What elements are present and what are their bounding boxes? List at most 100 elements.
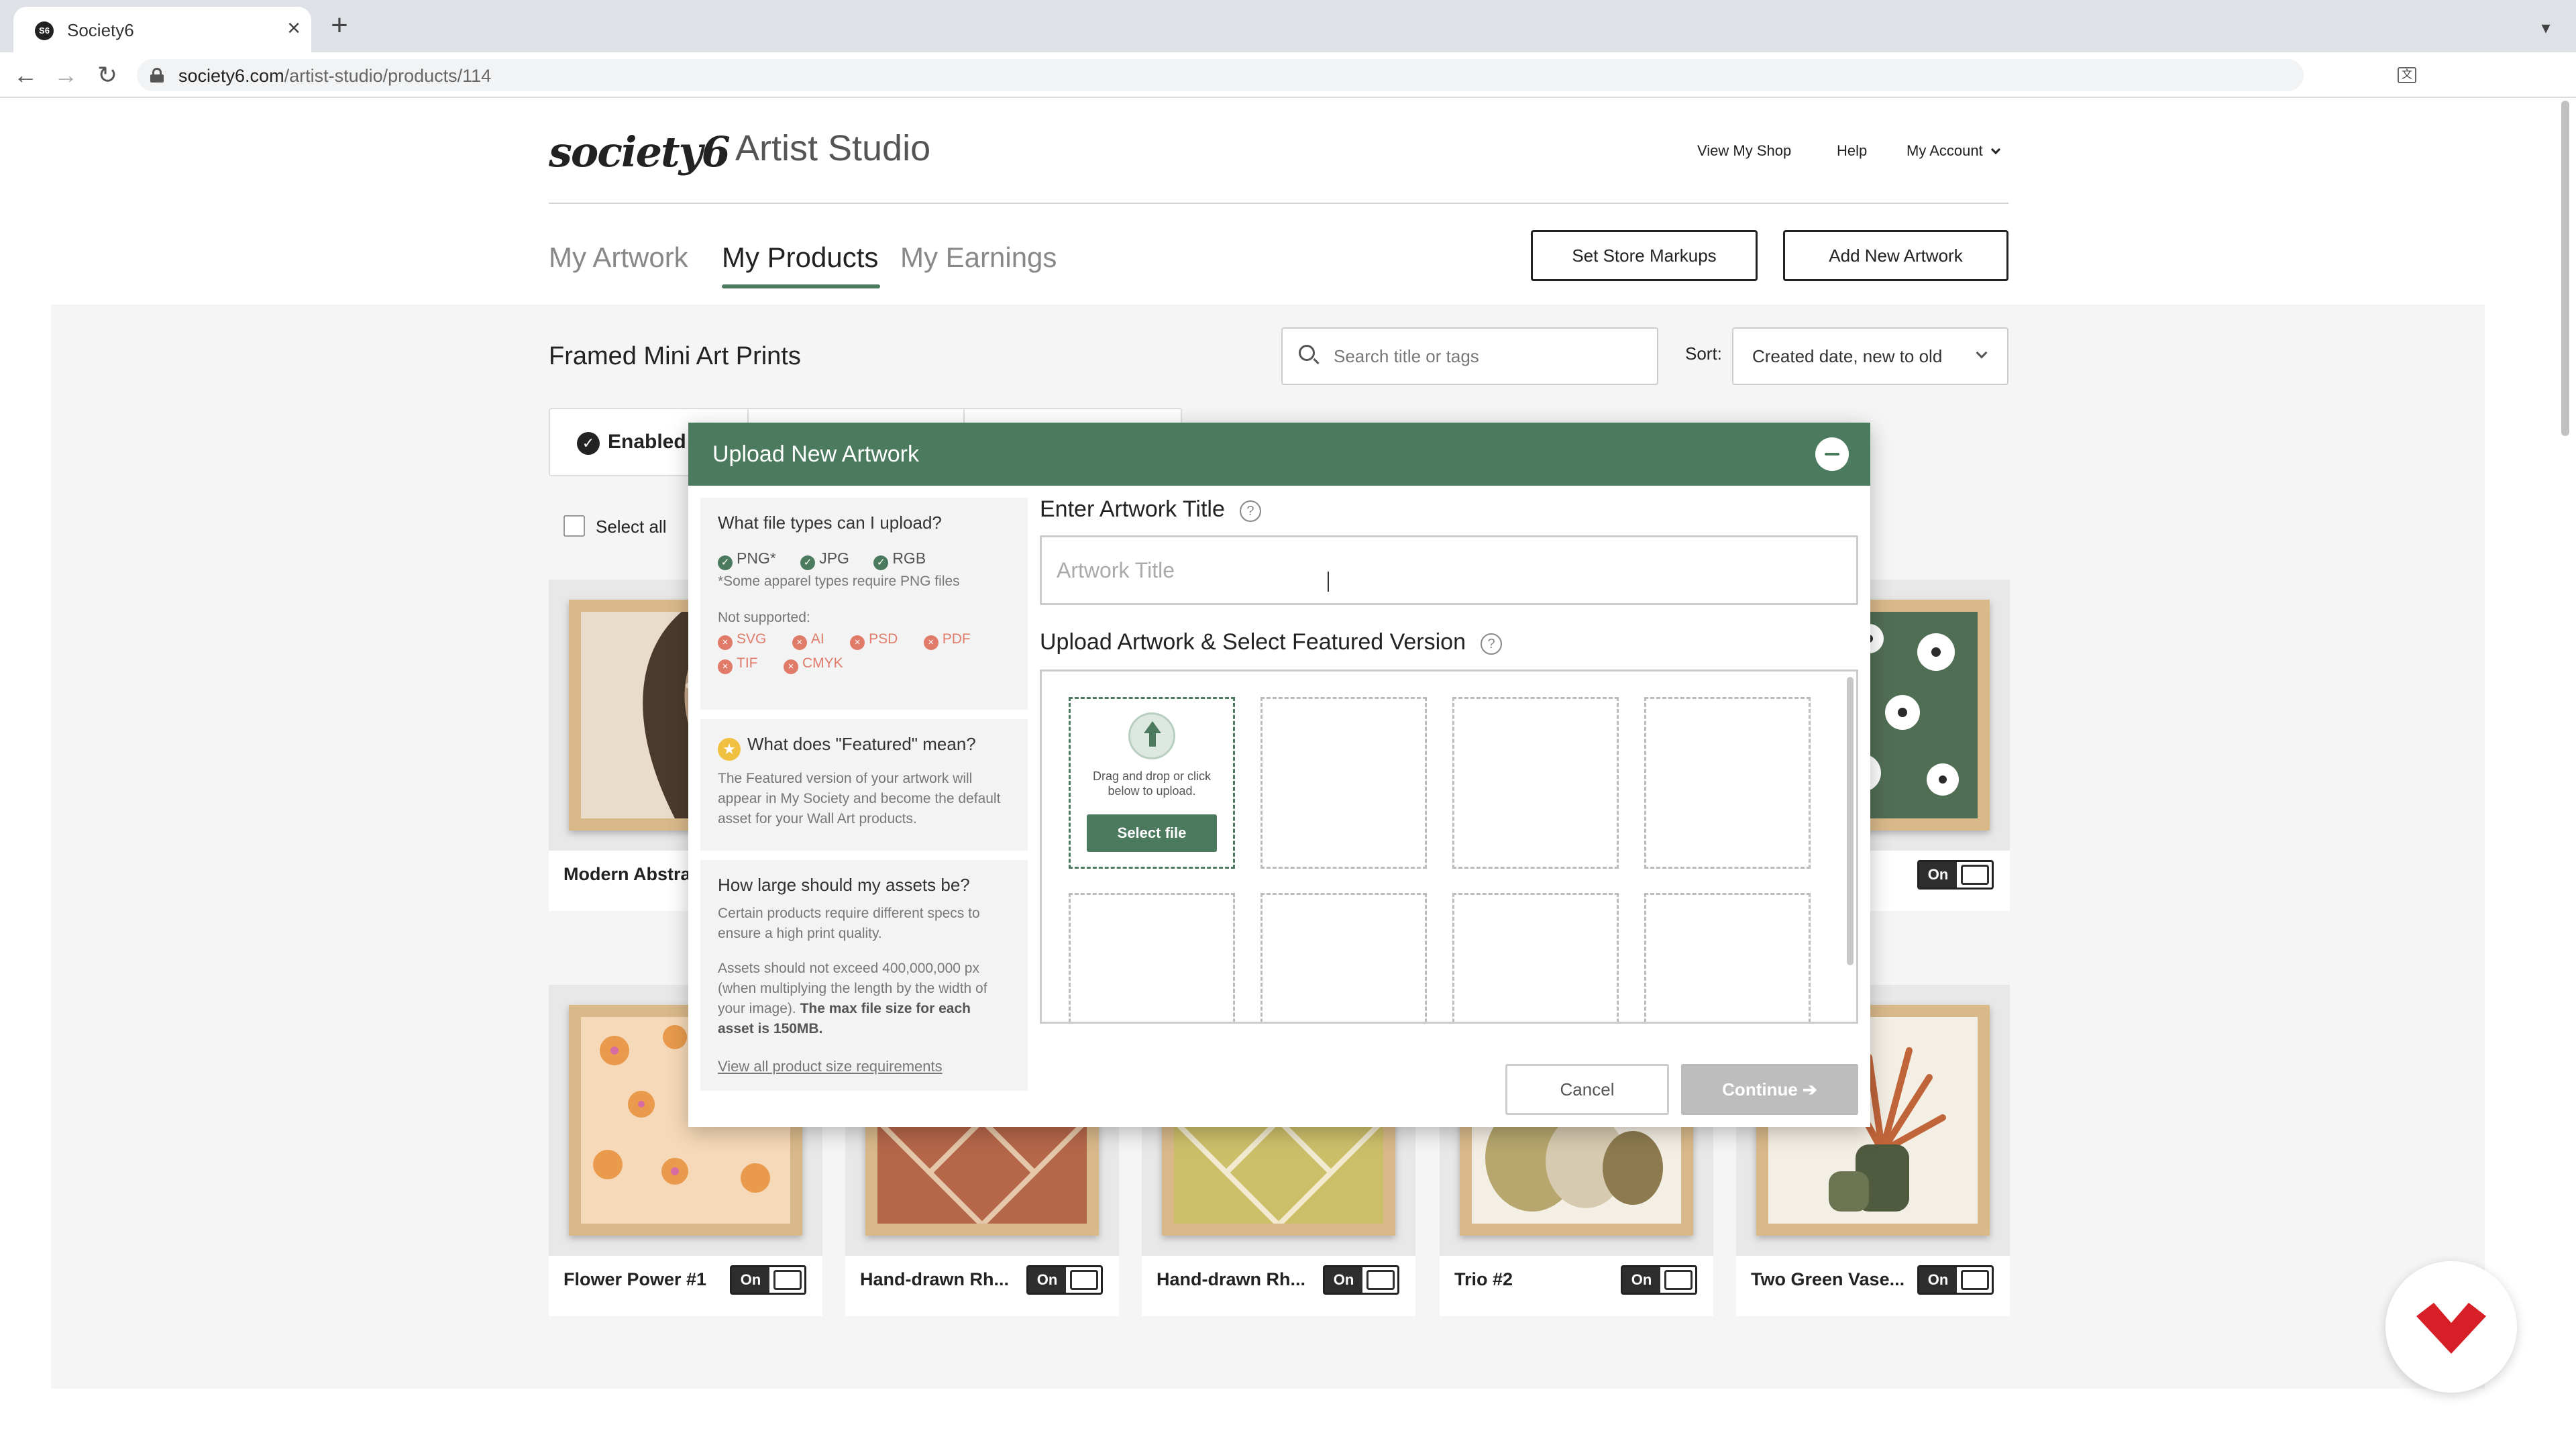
toggle-knob [1070,1270,1098,1290]
help-icon[interactable]: ? [1481,633,1502,655]
upload-slot[interactable] [1069,893,1235,1022]
product-title[interactable]: Trio #2 [1454,1269,1513,1290]
unsupported-file-types: × SVG × AI × PSD × PDF × TIF × CMYK [718,628,1010,676]
supported-file-types: ✓ PNG* ✓ JPG ✓ RGB [718,549,1010,570]
featured-heading-text: What does "Featured" mean? [747,734,976,754]
minimize-modal-icon[interactable] [1815,437,1849,471]
upload-area: Drag and drop or click below to upload. … [1040,669,1858,1024]
file-type-label: PNG* [737,549,776,567]
x-icon: × [923,635,938,650]
upload-slot[interactable] [1260,697,1427,869]
file-type-label: RGB [892,549,926,567]
file-type-rgb: ✓ RGB [873,549,926,570]
tab-search-chevron-icon[interactable]: ▾ [2536,17,2556,38]
check-icon: ✓ [718,555,733,570]
upload-slot[interactable] [1260,893,1427,1022]
chevron-down-icon [1990,144,2000,155]
select-all-checkbox[interactable] [564,515,585,537]
product-title[interactable]: Two Green Vase... [1751,1269,1904,1290]
drop-instructions: Drag and drop or click below to upload. [1092,769,1212,798]
upload-artwork-label: Upload Artwork & Select Featured Version… [1040,629,1502,655]
product-toggle[interactable]: On [1917,1265,1994,1295]
reload-icon[interactable]: ↻ [94,62,121,89]
product-toggle[interactable]: On [1621,1265,1697,1295]
size-text-1: Certain products require different specs… [718,906,980,941]
star-icon: ★ [718,738,741,761]
x-icon: × [783,659,798,674]
upload-area-scrollbar[interactable] [1847,677,1854,965]
forward-arrow-icon[interactable]: → [52,62,79,89]
upload-slot[interactable] [1452,893,1619,1022]
check-circle-icon: ✓ [577,432,600,455]
toggle-knob [773,1270,802,1290]
continue-button[interactable]: Continue ➔ [1681,1064,1858,1115]
artwork-title-label: Enter Artwork Title? [1040,496,1261,523]
continue-label: Continue [1722,1079,1798,1099]
set-store-markups-button[interactable]: Set Store Markups [1531,230,1758,281]
not-supported-label: Not supported: [718,610,810,625]
upload-arrow-icon [1128,712,1175,759]
upload-slot[interactable] [1452,697,1619,869]
file-type-tif: × TIF [718,655,758,674]
browser-tab[interactable]: S6 Society6 × [13,7,311,52]
product-title[interactable]: Modern Abstra [564,864,691,885]
file-type-ai: × AI [792,631,824,650]
file-types-info: What file types can I upload? ✓ PNG* ✓ JPG… [700,498,1028,710]
x-icon: × [718,659,733,674]
upload-artwork-modal: Upload New Artwork What file types can I… [688,423,1870,1127]
page-scrollbar[interactable] [2561,101,2569,436]
my-account-menu[interactable]: My Account [1907,142,2000,160]
file-type-svg: × SVG [718,631,766,650]
product-toggle[interactable]: On [1323,1265,1399,1295]
upload-slot[interactable]: Drag and drop or click below to upload. … [1069,697,1235,869]
product-title[interactable]: Hand-drawn Rh... [860,1269,1009,1290]
address-bar: ← → ↻ society6.com/artist-studio/product… [0,52,2576,98]
x-icon: × [850,635,865,650]
tab-my-artwork[interactable]: My Artwork [549,241,688,274]
select-file-button[interactable]: Select file [1087,814,1217,852]
upload-slot[interactable] [1644,893,1811,1022]
file-type-label: JPG [819,549,849,567]
product-title[interactable]: Hand-drawn Rh... [1157,1269,1305,1290]
translate-icon[interactable]: 文 [2398,67,2416,83]
chevron-down-icon [1976,347,1988,359]
tab-my-products[interactable]: My Products [722,241,878,274]
page-title: Artist Studio [735,128,931,168]
text-cursor-icon [1325,572,1332,592]
help-icon[interactable]: ? [1239,500,1261,522]
add-new-artwork-button[interactable]: Add New Artwork [1783,230,2008,281]
product-title[interactable]: Flower Power #1 [564,1269,706,1290]
society6-logo[interactable]: society6 [549,127,731,176]
floating-help-button[interactable] [2385,1261,2517,1393]
toggle-knob [1961,865,1989,885]
upload-slot[interactable] [1644,697,1811,869]
close-tab-icon[interactable]: × [282,16,306,40]
sort-select[interactable]: Created date, new to old [1732,327,2008,385]
back-arrow-icon[interactable]: ← [12,62,39,89]
modal-header: Upload New Artwork [688,423,1870,486]
file-type-pdf: × PDF [923,631,971,650]
size-heading: How large should my assets be? [718,875,970,895]
file-type-jpg: ✓ JPG [800,549,849,570]
tab-my-earnings[interactable]: My Earnings [900,241,1057,274]
toggle-on-label: On [1028,1267,1066,1293]
product-toggle[interactable]: On [1917,860,1994,890]
size-requirements-link[interactable]: View all product size requirements [718,1058,1010,1075]
toggle-on-label: On [1623,1267,1660,1293]
url-field[interactable]: society6.com/artist-studio/products/114 … [137,59,2416,91]
search-input[interactable]: Search title or tags [1281,327,1658,385]
toggle-knob [1664,1270,1693,1290]
help-link[interactable]: Help [1837,142,1867,160]
search-icon [1299,345,1315,361]
lock-icon[interactable] [150,68,164,83]
view-my-shop-link[interactable]: View My Shop [1697,142,1791,160]
product-toggle[interactable]: On [1026,1265,1103,1295]
artwork-title-input[interactable] [1040,535,1858,605]
featured-info: ★ What does "Featured" mean? The Featured… [700,719,1028,851]
cancel-button[interactable]: Cancel [1505,1064,1669,1115]
product-toggle[interactable]: On [730,1265,806,1295]
file-type-label: PSD [869,631,898,647]
png-note: *Some apparel types require PNG files [718,574,960,589]
new-tab-icon[interactable]: + [327,11,352,40]
file-type-label: PDF [942,631,971,647]
